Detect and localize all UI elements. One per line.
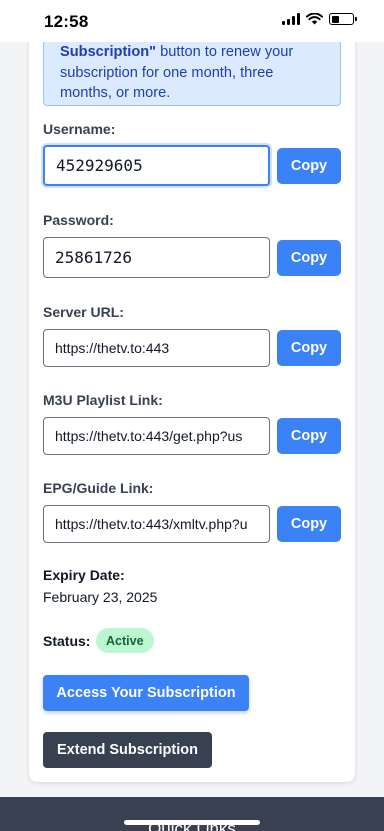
home-indicator[interactable]	[124, 820, 260, 825]
extend-subscription-button[interactable]: Extend Subscription	[43, 732, 212, 768]
server-url-label: Server URL:	[43, 304, 124, 320]
status-icons	[282, 13, 357, 25]
footer: Quick Links	[0, 797, 384, 831]
copy-password-button[interactable]: Copy	[277, 240, 341, 276]
notice-bold: Subscription"	[60, 44, 157, 60]
cellular-signal-icon	[282, 13, 300, 25]
copy-username-button[interactable]: Copy	[277, 148, 341, 184]
notice-text: Subscription" button to renew your subsc…	[60, 42, 330, 104]
m3u-label: M3U Playlist Link:	[43, 392, 163, 408]
status-label: Status:	[43, 633, 91, 649]
server-url-field[interactable]: https://thetv.to:443	[43, 329, 270, 367]
status-badge: Active	[96, 628, 154, 653]
access-subscription-button[interactable]: Access Your Subscription	[43, 675, 249, 711]
status-time: 12:58	[44, 12, 89, 31]
notice-line2: subscription for one month, three	[60, 64, 274, 81]
m3u-field[interactable]: https://thetv.to:443/get.php?us	[43, 417, 270, 455]
username-label: Username:	[43, 121, 116, 137]
expiry-label: Expiry Date:	[43, 567, 125, 583]
notice-line3: months, or more.	[60, 85, 171, 101]
expiry-date: February 23, 2025	[43, 589, 158, 605]
battery-icon	[329, 13, 357, 25]
wifi-icon	[306, 13, 323, 25]
copy-epg-button[interactable]: Copy	[277, 506, 341, 542]
copy-m3u-button[interactable]: Copy	[277, 418, 341, 454]
copy-server-url-button[interactable]: Copy	[277, 330, 341, 366]
username-field[interactable]: 452929605	[43, 145, 270, 186]
subscription-card	[29, 0, 355, 782]
epg-field[interactable]: https://thetv.to:443/xmltv.php?u	[43, 505, 270, 543]
password-field[interactable]: 25861726	[43, 237, 270, 278]
status-bar: 12:58	[0, 0, 384, 42]
epg-label: EPG/Guide Link:	[43, 480, 154, 496]
notice-line1: button to renew your	[156, 44, 294, 60]
password-label: Password:	[43, 212, 114, 228]
